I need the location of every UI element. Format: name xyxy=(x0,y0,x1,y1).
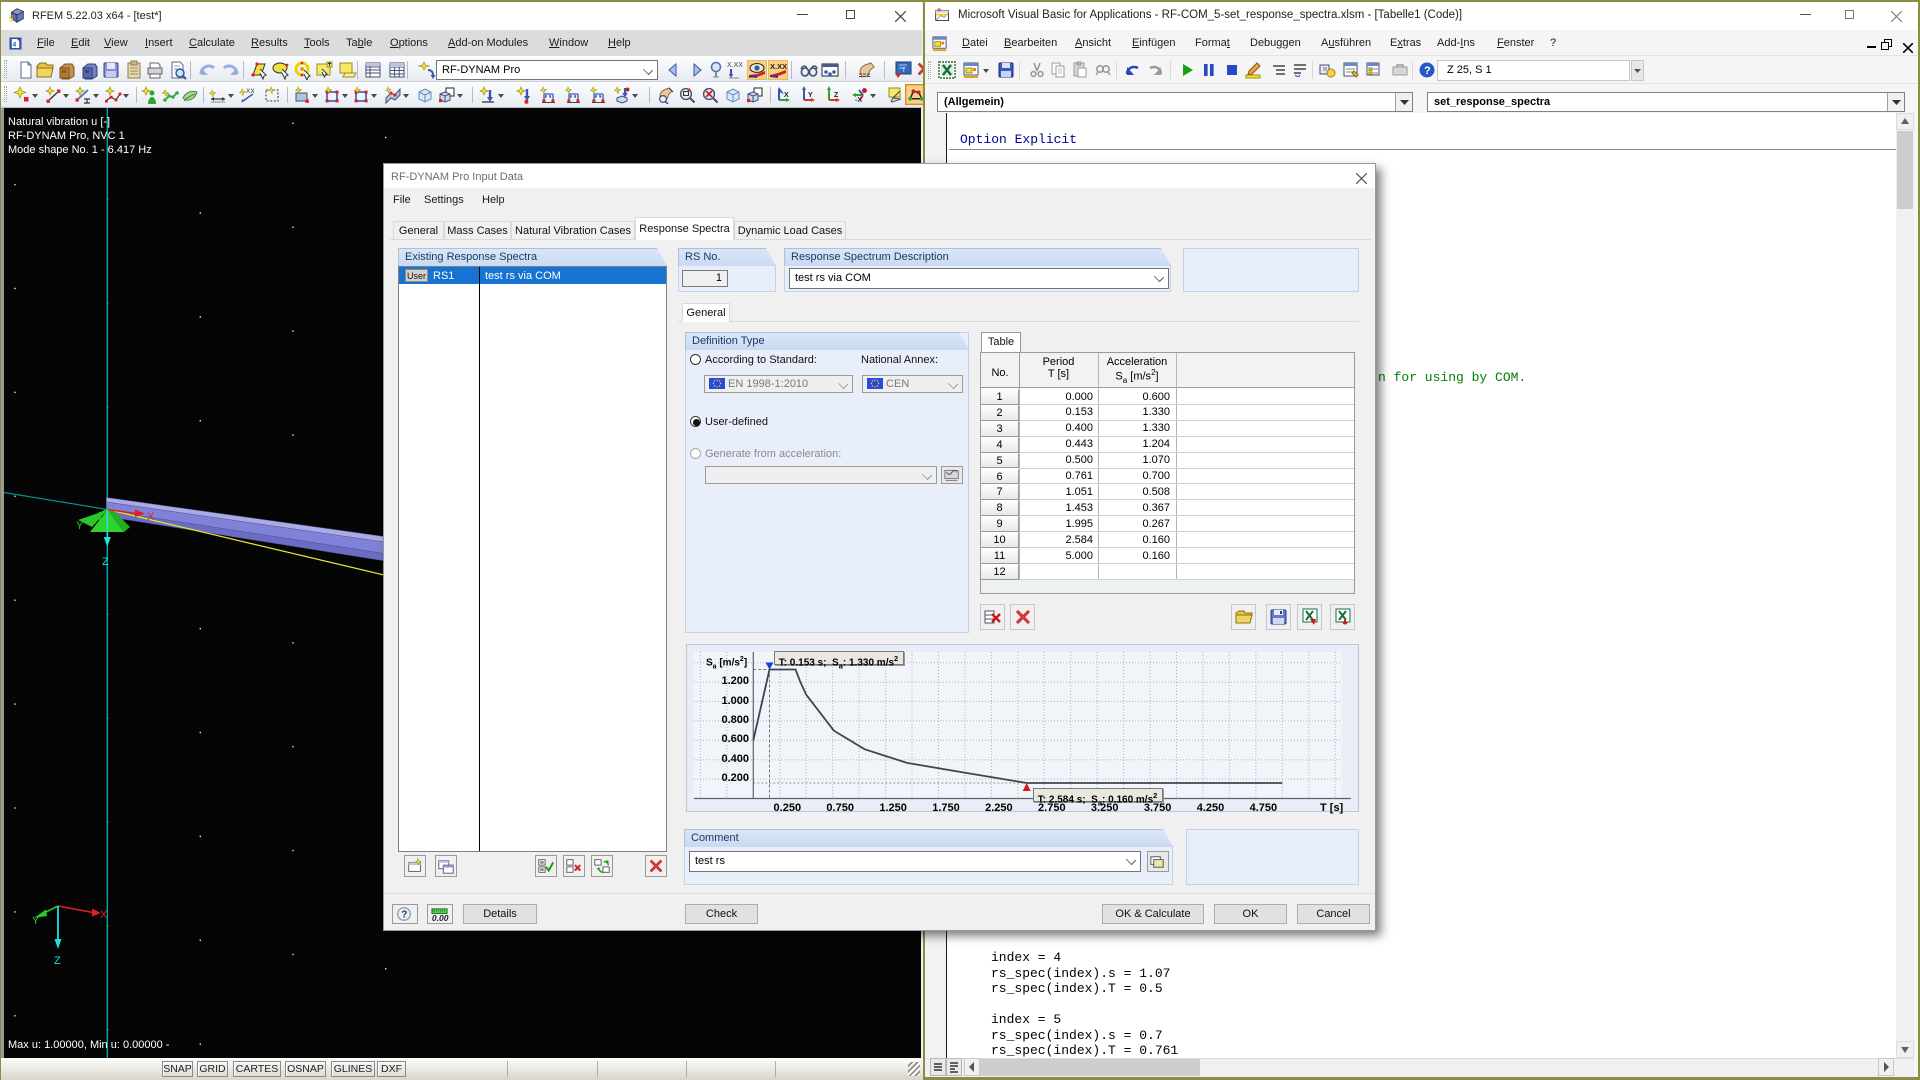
svg-text:Y: Y xyxy=(32,915,40,927)
svg-text:X: X xyxy=(100,909,108,921)
svg-text:Z: Z xyxy=(102,556,109,568)
svg-text:Y: Y xyxy=(76,520,84,532)
svg-text:X: X xyxy=(147,511,155,523)
svg-text:Z: Z xyxy=(54,955,61,967)
